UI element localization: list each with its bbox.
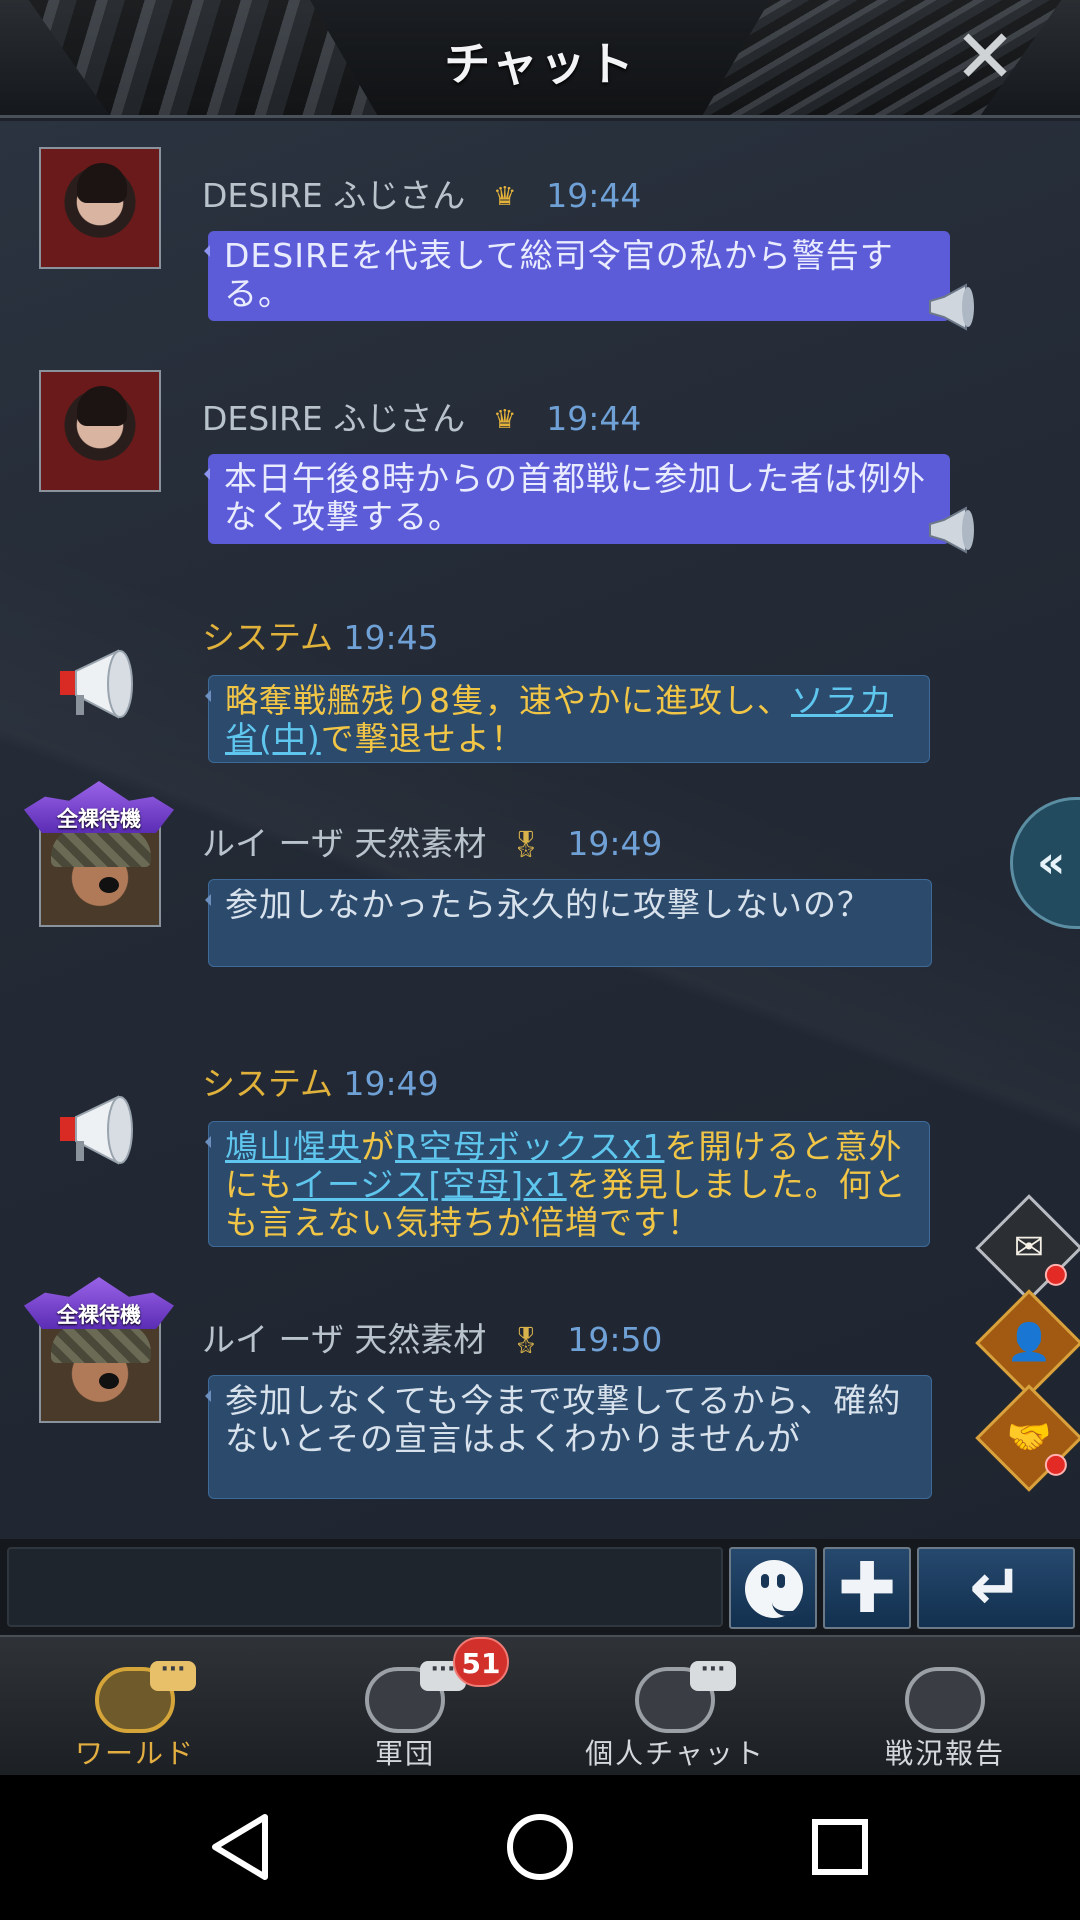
enter-icon: ↵ [969, 1551, 1023, 1625]
rank-badge: 全裸待機 [24, 781, 174, 833]
back-button[interactable] [180, 1775, 300, 1920]
message-text: 参加しなかったら永久的に攻撃しないの？ [225, 885, 871, 924]
message-bubble[interactable]: DESIREを代表して総司令官の私から警告する。 [204, 231, 974, 331]
recents-square-icon [812, 1819, 868, 1875]
megaphone-icon [60, 649, 133, 719]
message-text: DESIREを代表して総司令官の私から警告する。 [224, 236, 894, 313]
message-bubble[interactable]: 参加しなくても今まで攻撃してるから、確約ないとその宣言はよくわかりませんが [205, 1375, 932, 1499]
alliance-invite-button[interactable]: 🤝 [975, 1384, 1080, 1492]
message-text: が [361, 1127, 395, 1166]
crown-icon: ♛ [493, 182, 517, 212]
message-text: で撃退せよ！ [320, 719, 525, 758]
message-meta: ルイ ーザ 天然素材 🎖 19:50 [202, 1313, 662, 1361]
home-circle-icon [507, 1814, 573, 1880]
message-meta: システム 19:45 [202, 611, 439, 659]
clipboard-icon [905, 1667, 985, 1733]
avatar-eyepatch [99, 877, 119, 893]
message-bubble[interactable]: 参加しなかったら永久的に攻撃しないの？ [205, 879, 932, 967]
avatar-eyepatch [99, 1373, 119, 1389]
notification-dot [1044, 1263, 1067, 1286]
notification-dot [1044, 1453, 1067, 1476]
message-time: 19:44 [546, 399, 642, 438]
message-time: 19:49 [567, 824, 663, 863]
close-icon: ✕ [953, 14, 1016, 100]
sender-name: システム [202, 618, 334, 657]
sender-name: システム [202, 1064, 334, 1103]
add-person-icon: 👤 [1006, 1322, 1052, 1363]
chat-bubble-icon: ··· [690, 1659, 736, 1691]
item-link[interactable]: イージス[空母]x1 [293, 1165, 567, 1204]
back-triangle-icon [212, 1814, 268, 1880]
avatar-hat [51, 1323, 151, 1363]
message-meta: DESIRE ふじさん ♛ 19:44 [202, 169, 641, 217]
tab-battle-report[interactable]: 戦況報告 [820, 1637, 1070, 1777]
emoji-button[interactable] [729, 1547, 817, 1629]
message-time: 19:44 [546, 176, 642, 215]
sender-name: ルイ ーザ 天然素材 [202, 824, 487, 863]
header-bar: チャット ✕ [0, 0, 1080, 118]
tab-label: 戦況報告 [884, 1737, 1005, 1770]
message-time: 19:50 [567, 1320, 663, 1359]
message-meta: DESIRE ふじさん ♛ 19:44 [202, 392, 641, 440]
smiley-icon [745, 1560, 804, 1618]
medal-icon: 🎖 [509, 1326, 543, 1356]
message-bubble[interactable]: 略奪戦艦残り8隻，速やかに進攻し、ソラカ省(中)で撃退せよ！ [205, 675, 930, 763]
crown-icon: ♛ [493, 405, 517, 435]
medal-icon: 🎖 [509, 830, 543, 860]
tab-label: 個人チャット [585, 1737, 765, 1770]
collapse-panel-button[interactable]: « [1010, 797, 1080, 929]
mail-button[interactable]: ✉ [975, 1194, 1080, 1302]
message-time: 19:49 [343, 1064, 439, 1103]
item-link[interactable]: R空母ボックスx1 [395, 1127, 664, 1166]
message-text: 参加しなくても今まで攻撃してるから、確約ないとその宣言はよくわかりませんが [225, 1381, 902, 1458]
message-meta: ルイ ーザ 天然素材 🎖 19:49 [202, 817, 662, 865]
message-meta: システム 19:49 [202, 1057, 439, 1105]
double-chevron-left-icon: « [1037, 837, 1066, 888]
send-button[interactable]: ↵ [917, 1547, 1075, 1629]
message-input[interactable] [7, 1547, 723, 1627]
chat-bubble-icon: ··· [150, 1659, 196, 1691]
avatar[interactable] [39, 370, 161, 492]
rank-badge: 全裸待機 [24, 1277, 174, 1329]
speaker-icon [929, 506, 974, 554]
avatar-hat [51, 827, 151, 867]
chat-message-list[interactable]: DESIRE ふじさん ♛ 19:44 DESIREを代表して総司令官の私から警… [0, 121, 1080, 1539]
message-time: 19:45 [343, 618, 439, 657]
speaker-icon [929, 283, 974, 331]
tab-label: ワールド [74, 1737, 195, 1770]
chat-channel-tabs: ··· ワールド ··· 軍団 ··· 個人チャット 戦況報告 [0, 1635, 1080, 1775]
recents-button[interactable] [780, 1775, 900, 1920]
system-navigation-bar [0, 1775, 1080, 1920]
tab-label: 軍団 [374, 1737, 435, 1770]
page-title: チャット [444, 37, 636, 91]
sender-name: DESIRE ふじさん [202, 176, 466, 215]
home-button[interactable] [480, 1775, 600, 1920]
message-text: 本日午後8時からの首都戦に参加した者は例外なく攻撃する。 [224, 459, 926, 536]
chat-input-bar: ✚ ↵ [0, 1539, 1080, 1635]
unread-badge: 51 [453, 1637, 509, 1687]
add-friend-button[interactable]: 👤 [975, 1289, 1080, 1397]
message-bubble[interactable]: 鳩山惺央がR空母ボックスx1を開けると意外にもイージス[空母]x1を発見しました… [205, 1121, 930, 1247]
player-link[interactable]: 鳩山惺央 [225, 1127, 361, 1166]
tab-world[interactable]: ··· ワールド [10, 1637, 260, 1777]
message-bubble[interactable]: 本日午後8時からの首都戦に参加した者は例外なく攻撃する。 [204, 454, 974, 554]
sender-name: DESIRE ふじさん [202, 399, 466, 438]
sender-name: ルイ ーザ 天然素材 [202, 1320, 487, 1359]
tab-private-chat[interactable]: ··· 個人チャット [550, 1637, 800, 1777]
attach-button[interactable]: ✚ [823, 1547, 911, 1629]
message-text: 略奪戦艦残り8隻，速やかに進攻し、 [225, 681, 791, 720]
close-button[interactable]: ✕ [950, 20, 1020, 94]
megaphone-icon [60, 1095, 133, 1165]
plus-icon: ✚ [837, 1547, 897, 1629]
avatar[interactable] [39, 147, 161, 269]
